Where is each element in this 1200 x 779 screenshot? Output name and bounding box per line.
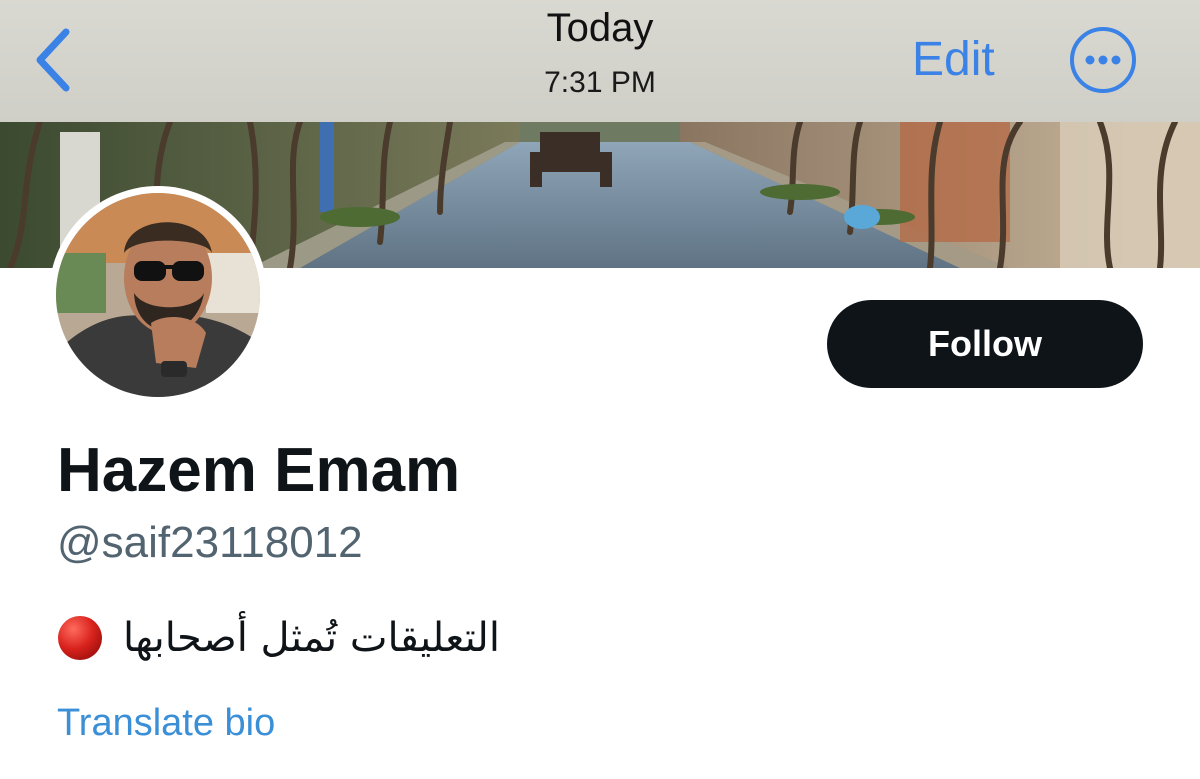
nav-subtitle-time: 7:31 PM bbox=[544, 66, 656, 99]
profile-bio: التعليقات تُمثل أصحابها bbox=[57, 608, 500, 668]
profile-screen: Today 7:31 PM Edit Follow Hazem Emam @sa… bbox=[0, 0, 1200, 779]
nav-title: Today bbox=[546, 6, 654, 50]
navigation-bar: Today 7:31 PM Edit bbox=[0, 0, 1200, 122]
translate-bio-link[interactable]: Translate bio bbox=[57, 700, 275, 746]
ellipsis-circle-icon bbox=[1070, 27, 1136, 93]
red-circle-icon bbox=[57, 615, 103, 661]
profile-avatar[interactable] bbox=[49, 186, 267, 404]
profile-display-name: Hazem Emam bbox=[57, 436, 461, 505]
profile-handle: @saif23118012 bbox=[57, 518, 363, 567]
edit-button[interactable]: Edit bbox=[912, 34, 995, 86]
more-options-button[interactable] bbox=[1069, 26, 1137, 94]
bio-text: التعليقات تُمثل أصحابها bbox=[123, 615, 500, 661]
follow-button[interactable]: Follow bbox=[827, 300, 1143, 388]
